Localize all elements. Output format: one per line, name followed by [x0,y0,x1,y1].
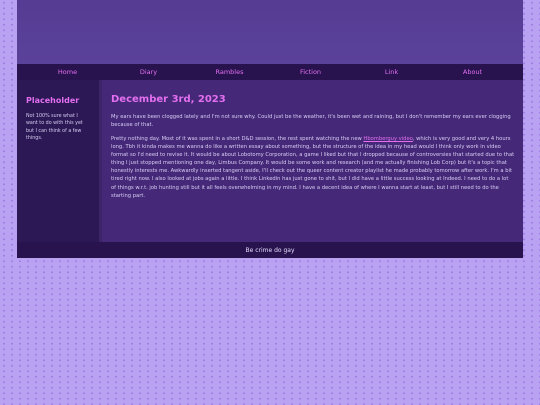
content-body: Placeholder Not 100% sure what I want to… [17,80,523,242]
nav-link-diary[interactable]: Diary [108,68,189,76]
header-banner [17,0,523,64]
sidebar-title: Placeholder [26,96,80,105]
main-content: December 3rd, 2023 My ears have been clo… [102,80,523,242]
hbomberguy-video-link[interactable]: Hbomberguy video [363,136,412,142]
site-container: Home Diary Rambles Fiction Link About Pl… [17,0,523,258]
nav-link-fiction[interactable]: Fiction [270,68,351,76]
post-paragraph-2: Pretty nothing day. Most of it was spent… [111,135,515,200]
nav-link-link[interactable]: Link [351,68,432,76]
post-paragraph-2-end: , which is very good and very 4 hours lo… [111,136,515,199]
footer: Be crime do gay [17,242,523,258]
nav-bar: Home Diary Rambles Fiction Link About [17,64,523,80]
post-paragraph-2-start: Pretty nothing day. Most of it was spent… [111,136,364,143]
sidebar: Placeholder Not 100% sure what I want to… [17,80,99,242]
sidebar-text: Not 100% sure what I want to do with thi… [26,114,83,142]
nav-link-about[interactable]: About [432,68,513,76]
nav-link-home[interactable]: Home [27,68,108,76]
nav-link-rambles[interactable]: Rambles [189,68,270,76]
footer-text: Be crime do gay [245,246,295,254]
post-date: December 3rd, 2023 [111,94,226,105]
post-paragraph-1: My ears have been clogged lately and I'm… [111,114,511,129]
